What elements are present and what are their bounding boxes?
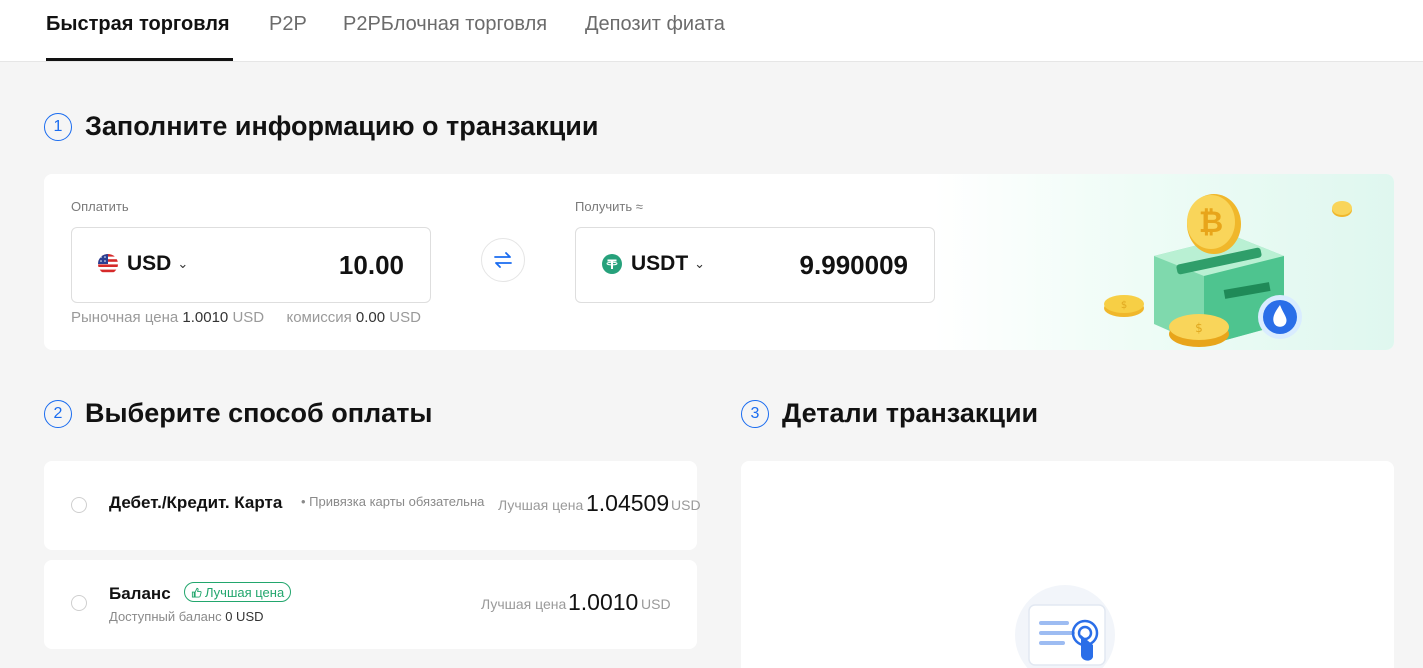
available-balance-label: Доступный баланс	[109, 609, 222, 624]
fee-unit: USD	[389, 309, 421, 326]
step1-heading: 1 Заполните информацию о транзакции	[44, 111, 598, 142]
step2-number: 2	[44, 399, 72, 428]
card-method-note: • Привязка карты обязательна	[301, 494, 485, 509]
card-note-text: Привязка карты обязательна	[309, 494, 485, 509]
market-price-value: 1.0010	[182, 309, 229, 326]
card-method-name: Дебет./Кредит. Карта	[109, 493, 283, 512]
available-balance-value: 0 USD	[225, 609, 264, 624]
transaction-details-card	[741, 461, 1394, 668]
available-balance: Доступный баланс 0 USD	[109, 609, 264, 624]
step3-number: 3	[741, 399, 769, 428]
pay-amount-input[interactable]	[204, 248, 404, 282]
pay-label: Оплатить	[71, 199, 129, 214]
payment-method-card[interactable]: Дебет./Кредит. Карта • Привязка карты об…	[44, 461, 701, 550]
card-best-price-label: Лучшая цена	[498, 497, 584, 513]
balance-method-name: Баланс	[109, 584, 171, 603]
step2-heading: 2 Выберите способ оплаты	[44, 398, 432, 429]
receive-amount-box: USDT ⌄	[575, 227, 935, 303]
market-price-unit: USD	[232, 309, 265, 326]
receive-currency-code: USDT	[631, 252, 689, 275]
pay-amount-box: USD ⌄	[71, 227, 431, 303]
tether-icon	[602, 254, 622, 274]
tab-p2p[interactable]: P2P	[269, 13, 307, 36]
swap-icon	[494, 252, 512, 268]
payment-method-balance[interactable]: Баланс Лучшая цена Доступный баланс 0 US…	[44, 560, 697, 649]
svg-text:$: $	[1121, 300, 1127, 311]
fee-value: 0.00	[355, 309, 386, 326]
swap-button[interactable]	[481, 238, 525, 282]
pay-currency-code: USD	[127, 252, 172, 275]
svg-text:$: $	[1195, 321, 1203, 335]
balance-best-price-label: Лучшая цена	[481, 596, 567, 612]
balance-radio[interactable]	[71, 595, 87, 611]
svg-text:₿: ₿	[1199, 205, 1223, 240]
step3-title: Детали транзакции	[782, 398, 1039, 428]
receive-amount-input[interactable]	[708, 248, 908, 282]
rate-info: Рыночная цена 1.0010 USD комиссия 0.00 U…	[71, 309, 421, 326]
pay-currency-select[interactable]: USD ⌄	[98, 252, 188, 276]
card-price-unit: USD	[671, 497, 701, 513]
balance-best-price-value: 1.0010	[568, 589, 639, 615]
thumbs-up-icon	[191, 587, 202, 598]
receive-label: Получить ≈	[575, 199, 643, 214]
balance-price-unit: USD	[641, 596, 671, 612]
us-flag-icon	[98, 254, 118, 274]
tab-fiat-deposit[interactable]: Депозит фиата	[585, 13, 725, 36]
card-best-price-value: 1.04509	[586, 490, 670, 516]
chevron-down-icon: ⌄	[177, 256, 189, 271]
step3-heading: 3 Детали транзакции	[741, 398, 1038, 429]
transaction-card: Оплатить USD ⌄ Рыночная цена	[44, 174, 1394, 350]
select-method-illustration	[1015, 585, 1115, 668]
fee-label: комиссия	[286, 309, 352, 326]
tab-p2p-block[interactable]: P2PБлочная торговля	[343, 13, 547, 36]
crypto-coins-illustration: $ ₿ $	[1104, 194, 1352, 347]
card-radio[interactable]	[71, 497, 87, 513]
market-price-label: Рыночная цена	[71, 309, 179, 326]
tab-quick-trade[interactable]: Быстрая торговля	[46, 13, 230, 36]
active-tab-indicator	[46, 58, 233, 61]
chevron-down-icon: ⌄	[694, 256, 706, 271]
best-price-badge: Лучшая цена	[184, 582, 292, 602]
receive-currency-select[interactable]: USDT ⌄	[602, 252, 705, 276]
step2-title: Выберите способ оплаты	[85, 398, 433, 428]
step1-number: 1	[44, 112, 72, 141]
trade-tabs: Быстрая торговля P2P P2PБлочная торговля…	[0, 0, 1423, 62]
step1-title: Заполните информацию о транзакции	[85, 111, 599, 141]
best-price-badge-text: Лучшая цена	[205, 584, 285, 600]
